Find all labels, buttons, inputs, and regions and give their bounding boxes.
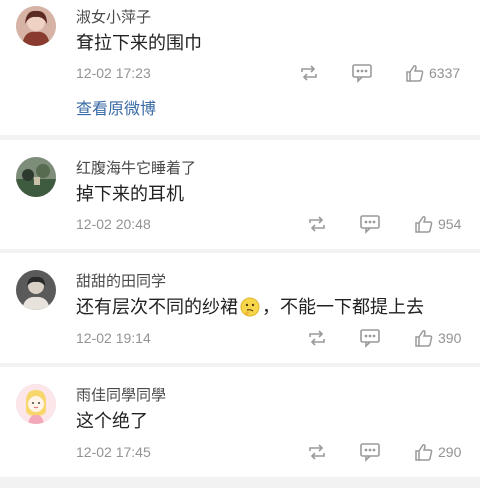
timestamp: 12-02 19:14 [76, 330, 151, 346]
thumbs-up-icon [415, 444, 433, 461]
like-button[interactable]: 290 [414, 442, 461, 462]
comment-icon[interactable] [359, 214, 381, 234]
username[interactable]: 甜甜的田同学 [76, 273, 166, 291]
thumbs-up-icon [406, 65, 424, 82]
repost-icon[interactable] [306, 214, 328, 234]
repost-icon[interactable] [306, 328, 328, 348]
comment-text: 还有层次不同的纱裙 ，不能一下都提上去 [76, 296, 424, 322]
like-count: 6337 [429, 65, 461, 81]
like-button[interactable]: 390 [414, 328, 461, 348]
comment-card: 甜甜的田同学 还有层次不同的纱裙 ，不能一下都提上去 12-02 19:14 39… [0, 253, 480, 363]
comment-card: 淑女小萍子 耷拉下来的围巾 12-02 17:23 6337 查看原微博 [0, 0, 480, 135]
avatar[interactable] [16, 157, 56, 197]
comment-card: 雨佳同學同學 这个绝了 12-02 17:45 290 [0, 367, 480, 477]
like-button[interactable]: 6337 [405, 63, 460, 83]
avatar[interactable] [16, 270, 56, 310]
comment-text: 掉下来的耳机 [76, 184, 184, 204]
username[interactable]: 雨佳同學同學 [76, 387, 166, 405]
like-count: 954 [438, 216, 462, 232]
comment-card: 红腹海牛它睡着了 掉下来的耳机 12-02 20:48 954 [0, 140, 480, 249]
avatar[interactable] [16, 384, 56, 424]
comment-icon[interactable] [359, 442, 381, 462]
comment-text: 耷拉下来的围巾 [76, 33, 202, 53]
repost-icon[interactable] [306, 442, 328, 462]
comment-text-part: 还有层次不同的纱裙 [76, 297, 238, 317]
comment-icon[interactable] [351, 63, 373, 83]
username[interactable]: 红腹海牛它睡着了 [76, 160, 196, 178]
repost-icon[interactable] [298, 63, 320, 83]
thumbs-up-icon [415, 216, 433, 233]
thumbs-up-icon [415, 330, 433, 347]
avatar[interactable] [16, 6, 56, 46]
timestamp: 12-02 17:23 [76, 65, 151, 81]
like-count: 290 [438, 444, 462, 460]
username[interactable]: 淑女小萍子 [76, 9, 151, 27]
comment-text: 这个绝了 [76, 411, 148, 431]
like-count: 390 [438, 330, 462, 346]
comment-text-part: ，不能一下都提上去 [262, 297, 424, 317]
comment-icon[interactable] [359, 328, 381, 348]
like-button[interactable]: 954 [414, 214, 461, 234]
timestamp: 12-02 17:45 [76, 444, 151, 460]
timestamp: 12-02 20:48 [76, 216, 151, 232]
thinking-emoji [240, 297, 260, 322]
view-original-link[interactable]: 查看原微博 [76, 100, 156, 120]
